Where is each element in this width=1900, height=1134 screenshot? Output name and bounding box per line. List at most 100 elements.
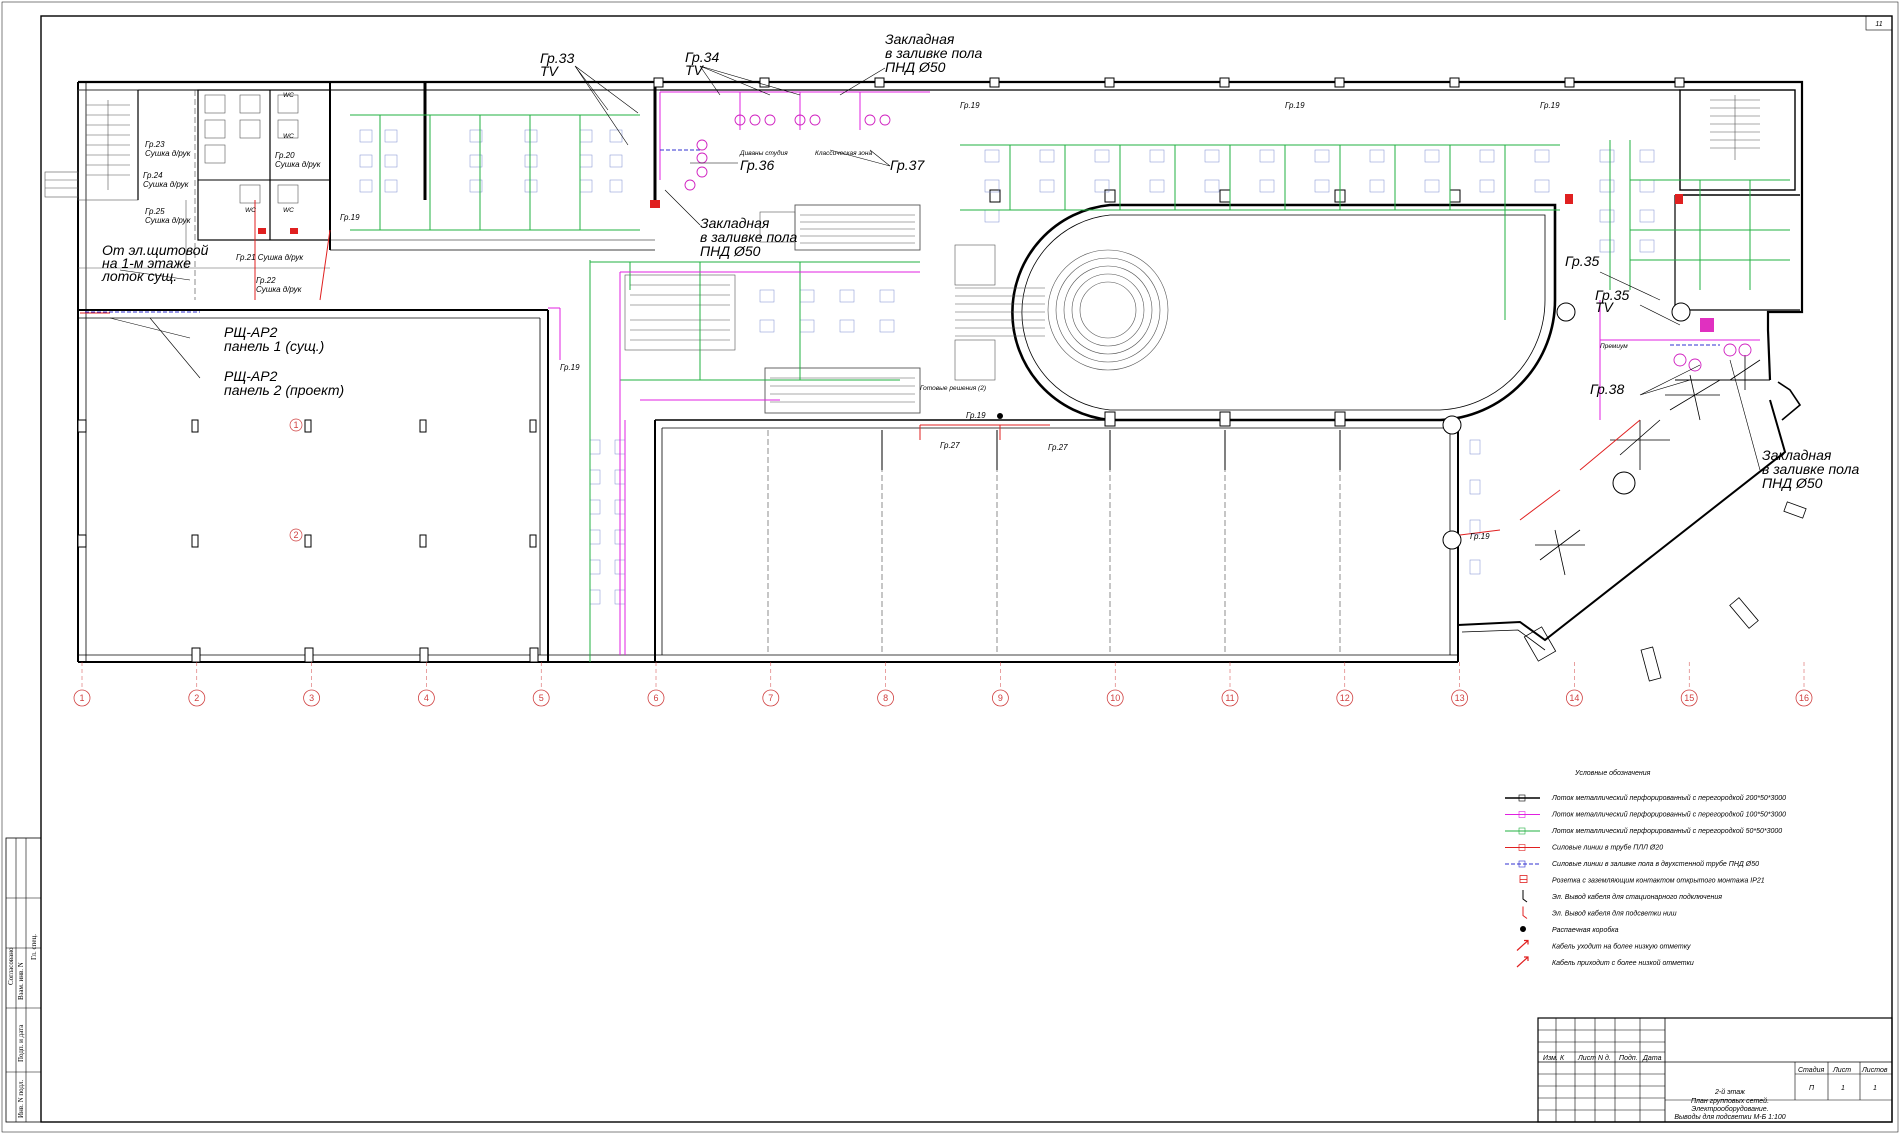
- label-gr19-g: Гр.19: [1470, 532, 1490, 541]
- label-rshch-1b: панель 1 (сущ.): [224, 338, 324, 354]
- legend-item-label: Силовые линии в трубе ПЛЛ Ø20: [1552, 844, 1663, 852]
- label-zona-studiya: Диваны студия: [739, 149, 788, 157]
- axis-label: 7: [768, 693, 773, 703]
- axis-label: 14: [1569, 693, 1579, 703]
- side-stamp: Согласовано Взам. инв. N Подп. и дата Ин…: [5, 837, 42, 1123]
- floor-plan-sheet: 11 Согласовано Взам. инв. N Подп. и дата…: [1, 1, 1899, 1133]
- axis-label: 3: [309, 693, 314, 703]
- axis-marker: 16: [1795, 662, 1813, 707]
- axis-label: 10: [1110, 693, 1120, 703]
- tb-sheets-header: Листов: [1861, 1067, 1888, 1074]
- axis-label: 8: [883, 693, 888, 703]
- label-gr38: Гр.38: [1590, 381, 1624, 397]
- label-gr23: Гр.23: [145, 140, 165, 149]
- stamp-soglasovano: Согласовано: [7, 947, 15, 985]
- axis-marker: 9: [992, 662, 1009, 707]
- axis-marker: 3: [303, 662, 321, 707]
- cable-trays: [80, 89, 1790, 662]
- label-gr27-b: Гр.27: [1048, 443, 1068, 452]
- legend-item: Лоток металлический перфорированный с пе…: [1505, 794, 1786, 802]
- label-gr25: Гр.25: [145, 207, 165, 216]
- label-zona-klass: Классическая зона: [815, 150, 872, 157]
- tb-title-4: Выводы для подсветки М-Б 1:100: [1674, 1113, 1785, 1121]
- label-gr19-a: Гр.19: [340, 213, 360, 222]
- label-gr20s: Сушка д/рук: [275, 160, 322, 169]
- axis-label: 15: [1684, 693, 1694, 703]
- leader-lines: [109, 65, 1761, 471]
- legend-item: Силовые линии в трубе ПЛЛ Ø20: [1505, 844, 1663, 852]
- furniture: [359, 129, 1807, 682]
- label-zakl-mid-3: ПНД Ø50: [700, 243, 761, 259]
- tb-stage-value: П: [1809, 1085, 1815, 1092]
- label-premium: Премиум: [1600, 343, 1628, 350]
- side-row-marker: 2: [289, 528, 303, 542]
- legend-item: Розетка с заземляющим контактом открытог…: [1519, 875, 1765, 885]
- label-zakl-right-3: ПНД Ø50: [1762, 475, 1823, 491]
- label-gr19-c: Гр.19: [1285, 101, 1305, 110]
- axis-label: 9: [998, 693, 1003, 703]
- axis-label: 16: [1799, 693, 1809, 703]
- legend-item-label: Кабель приходит с более низкой отметки: [1552, 959, 1694, 967]
- label-gotovye: Готовые решения (2): [920, 385, 986, 392]
- side-row-markers: 12: [289, 418, 303, 542]
- legend-item: Эл. Вывод кабеля для подсветки ниш: [1522, 906, 1677, 919]
- label-gr19-f: Гр.19: [966, 411, 986, 420]
- axis-marker: 10: [1106, 662, 1124, 707]
- tb-col-k: К: [1560, 1055, 1565, 1062]
- label-gr19-b: Гр.19: [960, 101, 980, 110]
- label-gr25s: Сушка д/рук: [145, 216, 192, 225]
- legend-item: Распаечная коробка: [1520, 926, 1619, 934]
- stamp-vzam: Взам. инв. N: [17, 962, 25, 1000]
- axis-marker: 11: [1221, 662, 1239, 707]
- label-gr23s: Сушка д/рук: [145, 149, 192, 158]
- tb-stage-header: Стадия: [1798, 1066, 1824, 1074]
- axis-label: 11: [1225, 693, 1234, 703]
- tb-sheet-value: 1: [1841, 1085, 1845, 1092]
- axis-marker: 2: [188, 662, 206, 707]
- legend-item-label: Распаечная коробка: [1552, 926, 1619, 934]
- stamp-podp: Подп. и дата: [17, 1024, 25, 1062]
- axis-label: 2: [194, 693, 199, 703]
- legend-item: Кабель уходит на более низкую отметку: [1516, 939, 1691, 951]
- label-gr24: Гр.24: [143, 171, 163, 180]
- sheet-number: 11: [1875, 21, 1882, 28]
- axis-label: 4: [424, 693, 429, 703]
- tb-title-2: План групповых сетей.: [1691, 1097, 1769, 1105]
- tb-title-3: Электрооборудование.: [1691, 1105, 1768, 1113]
- axis-marker: 1: [73, 662, 91, 707]
- legend-item-label: Лоток металлический перфорированный с пе…: [1551, 827, 1782, 835]
- tb-sheets-value: 1: [1873, 1085, 1877, 1092]
- label-gr19-e: Гр.19: [560, 363, 580, 372]
- axis-marker: 12: [1336, 662, 1354, 707]
- legend-item-label: Лоток металлический перфорированный с пе…: [1551, 794, 1786, 802]
- legend-item: Эл. Вывод кабеля для стационарного подкл…: [1522, 890, 1722, 903]
- side-row-marker: 1: [289, 418, 303, 432]
- label-rshch-2b: панель 2 (проект): [224, 382, 344, 398]
- label-gr35b-tv: TV: [1595, 299, 1615, 315]
- stamp-inv: Инв. N подл.: [17, 1079, 25, 1118]
- hall-dividers: [194, 90, 1341, 655]
- legend-item-label: Силовые линии в заливке пола в двухстенн…: [1552, 860, 1759, 868]
- tb-col-izm: Изм.: [1543, 1055, 1558, 1062]
- axis-markers: 1 2 3 4 5 6 7 8 9 10 11 12 13 14 15 16: [73, 662, 1813, 707]
- label-gr21: Гр.21 Сушка д/рук: [236, 253, 304, 262]
- axis-marker: 13: [1451, 662, 1468, 707]
- legend-title: Условные обозначения: [1574, 769, 1651, 777]
- label-gr36: Гр.36: [740, 157, 774, 173]
- label-wc-1: WC: [283, 92, 294, 99]
- legend-item: Силовые линии в заливке пола в двухстенн…: [1505, 860, 1759, 868]
- axis-label: 1: [79, 693, 84, 703]
- axis-marker: 7: [762, 662, 780, 707]
- legend-item-label: Эл. Вывод кабеля для стационарного подкл…: [1552, 893, 1722, 901]
- legend-item: Лоток металлический перфорированный с пе…: [1505, 811, 1786, 819]
- axis-label: 13: [1455, 693, 1465, 703]
- label-gr19-d: Гр.19: [1540, 101, 1560, 110]
- side-row-label: 2: [293, 530, 298, 540]
- plan-labels: Гр.33 TV Гр.34 TV Закладная в заливке по…: [101, 31, 1860, 541]
- label-wc-2: WC: [283, 133, 294, 140]
- legend-item: Кабель приходит с более низкой отметки: [1516, 956, 1694, 968]
- legend-item-label: Лоток металлический перфорированный с пе…: [1551, 811, 1786, 819]
- axis-label: 12: [1340, 693, 1350, 703]
- side-row-label: 1: [293, 420, 298, 430]
- tb-col-data: Дата: [1642, 1055, 1662, 1062]
